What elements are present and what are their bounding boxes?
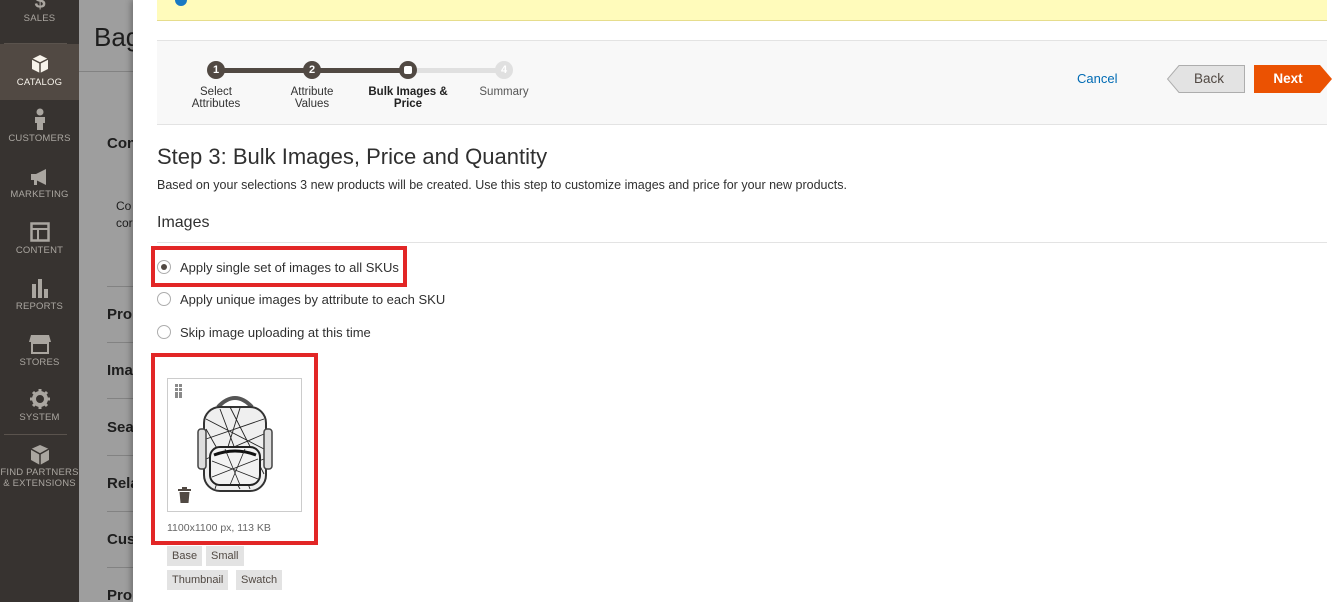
step-description: Based on your selections 3 new products …	[157, 178, 847, 192]
admin-sidebar: $ SALES CATALOG CUSTOMERS MARKETING CONT…	[0, 0, 79, 602]
current-step-dot	[404, 66, 412, 74]
layout-icon	[29, 222, 50, 242]
step-1-label-line1: Select	[200, 86, 232, 98]
dollar-icon: $	[34, 0, 45, 10]
nav-marketing[interactable]: MARKETING	[0, 156, 79, 212]
step-2-label-line2: Values	[294, 98, 330, 110]
wizard-progress-bar: 1 2 4 Select Attributes Attribute Values B…	[157, 40, 1332, 125]
step-1-label-line2: Attributes	[191, 98, 241, 110]
nav-catalog[interactable]: CATALOG	[0, 44, 79, 100]
box-icon	[30, 445, 49, 465]
nav-partners-label-line2: & EXTENSIONS	[3, 478, 76, 489]
info-icon	[175, 0, 187, 6]
image-role-thumbnail[interactable]: Thumbnail	[167, 570, 229, 590]
product-image-thumbnail[interactable]	[167, 378, 302, 512]
images-section-title: Images	[157, 214, 210, 231]
back-button-label: Back	[1193, 71, 1224, 86]
step-3-marker	[399, 61, 417, 79]
megaphone-icon	[30, 169, 46, 185]
nav-partners-label-line1: FIND PARTNERS	[0, 467, 79, 478]
step-2-marker[interactable]: 2	[303, 61, 321, 79]
nav-sales[interactable]: $ SALES	[0, 0, 79, 42]
cube-icon	[31, 55, 48, 73]
nav-customers[interactable]: CUSTOMERS	[0, 100, 79, 156]
radio-button[interactable]	[157, 292, 171, 306]
configurations-wizard-modal: 1 2 4 Select Attributes Attribute Values B…	[133, 0, 1343, 602]
gear-icon	[29, 389, 50, 409]
step-1-label[interactable]: Select Attributes	[171, 86, 261, 110]
back-button[interactable]: Back	[1167, 65, 1245, 93]
svg-text:$: $	[34, 0, 45, 10]
step-4-label: Summary	[479, 86, 529, 98]
image-role-base[interactable]: Base	[167, 546, 203, 566]
step-4-marker: 4	[495, 61, 513, 79]
nav-catalog-label: CATALOG	[16, 77, 63, 88]
nav-divider	[4, 434, 67, 435]
person-icon	[34, 108, 45, 130]
annotation-highlight-option	[151, 246, 407, 287]
step-title: Step 3: Bulk Images, Price and Quantity	[157, 144, 548, 169]
nav-marketing-label: MARKETING	[10, 189, 69, 200]
nav-reports[interactable]: REPORTS	[0, 268, 79, 324]
radio-label: Skip image uploading at this time	[180, 325, 371, 340]
step-2-label[interactable]: Attribute Values	[267, 86, 357, 110]
step-3-label-line1: Bulk Images &	[368, 86, 448, 98]
progress-line-pending	[408, 68, 504, 73]
nav-partners-label: FIND PARTNERS & EXTENSIONS	[0, 467, 79, 489]
image-role-swatch[interactable]: Swatch	[236, 570, 283, 590]
radio-label: Apply unique images by attribute to each…	[180, 292, 446, 307]
nav-customers-label: CUSTOMERS	[8, 133, 71, 144]
nav-content-label: CONTENT	[15, 245, 64, 256]
image-role-small[interactable]: Small	[206, 546, 244, 566]
cancel-button[interactable]: Cancel	[1077, 71, 1117, 86]
nav-stores[interactable]: STORES	[0, 324, 79, 380]
nav-system-label: SYSTEM	[19, 412, 60, 423]
nav-reports-label: REPORTS	[15, 301, 64, 312]
section-divider	[157, 242, 1327, 243]
step-2-label-line1: Attribute	[290, 86, 334, 98]
step-1-marker[interactable]: 1	[207, 61, 225, 79]
next-button-label: Next	[1273, 71, 1303, 86]
storefront-icon	[28, 335, 51, 354]
nav-partners[interactable]: FIND PARTNERS & EXTENSIONS	[0, 440, 79, 496]
nav-stores-label: STORES	[19, 357, 60, 368]
step-3-label-line2: Price	[393, 98, 423, 110]
backpack-image	[197, 396, 273, 492]
nav-content[interactable]: CONTENT	[0, 212, 79, 268]
bar-chart-icon	[31, 279, 48, 298]
step-3-label: Bulk Images & Price	[363, 86, 453, 110]
radio-button[interactable]	[157, 325, 171, 339]
delete-image-icon[interactable]	[178, 487, 191, 503]
nav-sales-label: SALES	[23, 13, 56, 24]
next-button[interactable]: Next	[1254, 65, 1332, 93]
nav-system[interactable]: SYSTEM	[0, 380, 79, 436]
image-size-info: 1100x1100 px, 113 KB	[167, 522, 271, 534]
notice-banner	[157, 0, 1327, 21]
